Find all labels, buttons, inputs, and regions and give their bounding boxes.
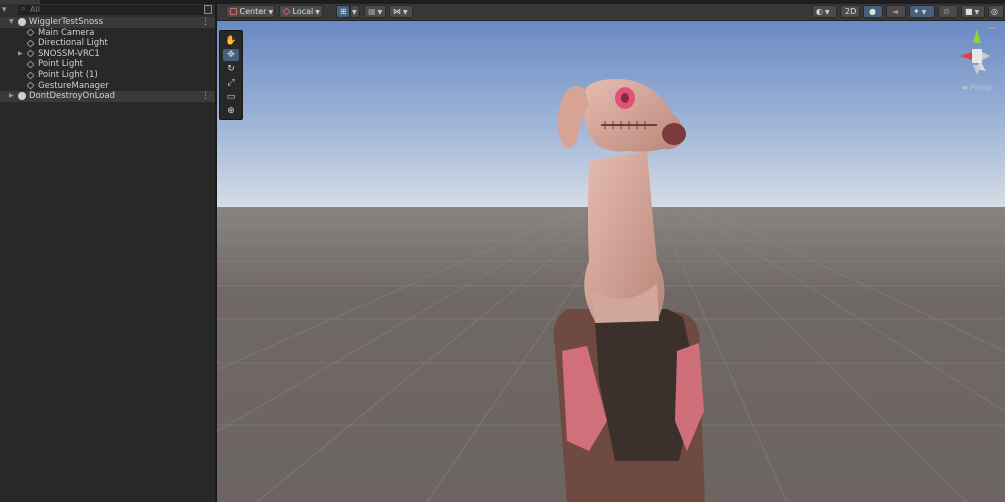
cube-icon bbox=[282, 7, 291, 16]
draw-mode-dropdown[interactable]: ◐ ▼ bbox=[812, 5, 837, 18]
hidden-objects-toggle[interactable]: ⊘ bbox=[938, 5, 958, 18]
hierarchy-item-label: WigglerTestSnoss bbox=[29, 17, 104, 27]
camera-settings-dropdown[interactable]: ■ ▼ bbox=[961, 5, 985, 18]
hierarchy-item-label: Main Camera bbox=[38, 27, 95, 38]
effects-dropdown[interactable]: ✦ ▼ bbox=[909, 5, 935, 18]
hierarchy-item-label: SNOSSM-VRC1 bbox=[38, 48, 100, 59]
space-mode-dropdown[interactable]: Local ▼ bbox=[279, 5, 323, 18]
hierarchy-item[interactable]: ▶ SNOSSM-VRC1 bbox=[0, 49, 215, 60]
gameobject-icon bbox=[26, 71, 35, 79]
hierarchy-scene-row[interactable]: ▶ DontDestroyOnLoad ⋮ bbox=[0, 91, 215, 102]
effects-icon: ✦ bbox=[913, 7, 920, 16]
hierarchy-item-label: GestureManager bbox=[38, 80, 109, 91]
gameobject-icon bbox=[26, 81, 35, 90]
grid-snap-toggle[interactable]: ⊞ bbox=[336, 5, 350, 18]
search-icon: ⌕ bbox=[21, 4, 26, 13]
chevron-down-icon: ▼ bbox=[377, 9, 383, 16]
hierarchy-item-label: Directional Light bbox=[38, 38, 108, 49]
2d-mode-label: 2D bbox=[845, 7, 857, 16]
chevron-down-icon: ▼ bbox=[268, 9, 274, 16]
lock-icon[interactable] bbox=[204, 5, 212, 14]
pivot-mode-dropdown[interactable]: Center ▼ bbox=[226, 5, 275, 18]
shading-sphere-icon: ◐ bbox=[816, 7, 823, 16]
eye-slash-icon: ⊘ bbox=[943, 7, 950, 16]
expand-arrow-icon[interactable]: ▶ bbox=[9, 91, 14, 102]
rotate-tool-icon[interactable]: ↻ bbox=[223, 63, 239, 75]
hierarchy-scene-row[interactable]: ▼ WigglerTestSnoss ⋮ bbox=[0, 17, 215, 28]
expand-arrow-icon[interactable]: ▶ bbox=[18, 49, 23, 60]
gameobject-icon bbox=[26, 60, 35, 69]
move-tool-icon[interactable]: ✥ bbox=[223, 49, 239, 61]
axis-y-cone-icon[interactable] bbox=[973, 29, 981, 43]
gameobject-icon bbox=[26, 49, 35, 58]
speaker-muted-icon: ◄ bbox=[892, 7, 899, 16]
search-placeholder: All bbox=[30, 5, 40, 14]
chevron-down-icon: ▼ bbox=[352, 9, 357, 16]
more-options-icon[interactable]: ⋮ bbox=[201, 17, 210, 28]
unity-scene-icon bbox=[18, 92, 26, 101]
projection-toggle[interactable]: ◄ Persp bbox=[961, 83, 992, 92]
grid-snap-icon: ⊞ bbox=[340, 7, 347, 16]
chevron-down-icon: ▼ bbox=[921, 9, 927, 16]
chevron-down-icon: ▼ bbox=[403, 9, 408, 16]
projection-label: Persp bbox=[969, 83, 992, 92]
chevron-down-icon: ▼ bbox=[974, 9, 980, 16]
more-options-icon[interactable]: ⋮ bbox=[201, 91, 210, 102]
hierarchy-item-label: Point Light bbox=[38, 59, 84, 70]
chevron-down-icon: ▼ bbox=[315, 9, 320, 16]
increment-snap-dropdown[interactable]: ⋈ ▼ bbox=[389, 5, 413, 18]
scene-render bbox=[217, 21, 1005, 502]
axis-x-cone-icon[interactable] bbox=[960, 52, 972, 60]
hierarchy-item[interactable]: Point Light bbox=[0, 59, 215, 70]
hierarchy-item[interactable]: Point Light (1) bbox=[0, 70, 215, 81]
lightbulb-icon: ● bbox=[869, 7, 876, 16]
audio-toggle[interactable]: ◄ bbox=[886, 5, 906, 18]
grid-visibility-dropdown[interactable]: ▦ ▼ bbox=[364, 5, 386, 18]
transform-tool-icon[interactable]: ⊕ bbox=[223, 105, 239, 117]
rect-tool-icon[interactable]: ▭ bbox=[223, 91, 239, 103]
grid-snap-dropdown[interactable]: ▼ bbox=[350, 5, 360, 18]
expand-arrow-icon[interactable]: ▼ bbox=[9, 17, 14, 28]
gizmos-dropdown[interactable]: ◎ bbox=[988, 5, 1004, 18]
lighting-toggle[interactable]: ● bbox=[863, 5, 883, 18]
gameobject-icon bbox=[26, 28, 35, 37]
camera-icon: ■ bbox=[965, 7, 973, 16]
scene-viewport[interactable] bbox=[217, 21, 1005, 502]
pivot-icon bbox=[230, 8, 237, 15]
orientation-gizmo[interactable] bbox=[950, 25, 1000, 87]
perspective-icon: ◄ bbox=[961, 83, 968, 92]
hierarchy-item[interactable]: GestureManager bbox=[0, 81, 215, 92]
space-mode-label: Local bbox=[292, 7, 314, 16]
grid-icon: ▦ bbox=[368, 7, 376, 16]
snap-increment-icon: ⋈ bbox=[393, 7, 401, 16]
transform-tools-overlay: ✋ ✥ ↻ ⤢ ▭ ⊕ bbox=[219, 30, 243, 120]
unity-scene-icon bbox=[18, 18, 26, 26]
hierarchy-toolbar: ▾ ⌕ All bbox=[0, 4, 215, 18]
pivot-mode-label: Center bbox=[239, 7, 267, 16]
hand-tool-icon[interactable]: ✋ bbox=[223, 35, 239, 47]
scale-tool-icon[interactable]: ⤢ bbox=[223, 77, 239, 89]
2d-mode-toggle[interactable]: 2D bbox=[840, 5, 860, 18]
add-object-dropdown-icon[interactable]: ▾ bbox=[2, 4, 7, 16]
hierarchy-panel: ▾ ⌕ All ▼ WigglerTestSnoss ⋮ Main Camera… bbox=[0, 4, 215, 502]
hierarchy-item-label: DontDestroyOnLoad bbox=[29, 91, 116, 102]
chevron-down-icon: ▼ bbox=[824, 9, 830, 16]
gameobject-icon bbox=[26, 39, 35, 48]
scene-toolbar: Center ▼ Local ▼ ⊞ ▼ ▦ ▼ ⋈ ▼ ◐ ▼ 2D ● ◄ ✦ ▼ ⊘ … bbox=[217, 4, 1005, 21]
gizmos-icon: ◎ bbox=[991, 7, 998, 16]
hierarchy-item[interactable]: Main Camera bbox=[0, 28, 215, 39]
hierarchy-item[interactable]: Directional Light bbox=[0, 38, 215, 49]
hierarchy-search-input[interactable]: ⌕ All bbox=[18, 4, 204, 15]
hierarchy-item-label: Point Light (1) bbox=[38, 70, 98, 80]
